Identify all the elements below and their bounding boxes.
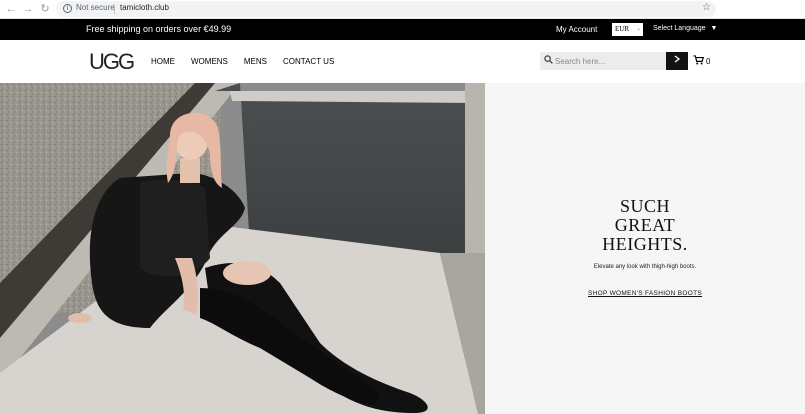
arrow-right-icon <box>674 55 681 63</box>
shop-womens-boots-link[interactable]: SHOP WOMEN'S FASHION BOOTS <box>485 290 805 297</box>
shipping-promo: Free shipping on orders over €49.99 <box>86 24 232 34</box>
currency-value: EUR <box>615 25 629 33</box>
headline-line-1: SUCH <box>619 196 670 216</box>
headline-line-2: GREAT <box>614 215 676 235</box>
bookmark-star-icon[interactable]: ☆ <box>702 2 711 13</box>
main-nav: HOME WOMENS MENS CONTACT US <box>151 57 350 66</box>
language-selector[interactable]: Select Language ▼ <box>653 25 717 32</box>
address-bar[interactable]: i Not secure tamicloth.club ☆ <box>56 1 716 17</box>
cart-button[interactable]: 0 <box>693 55 710 68</box>
brand-logo[interactable]: UGG <box>89 49 135 75</box>
hero-subcopy: Elevate any look with thigh-high boots. <box>593 264 697 270</box>
nav-item-contact-us[interactable]: CONTACT US <box>283 57 334 66</box>
my-account-link[interactable]: My Account <box>556 25 597 34</box>
chevron-down-icon: ⌄ <box>635 26 641 32</box>
currency-select[interactable]: EUR ⌄ <box>612 23 643 36</box>
nav-item-home[interactable]: HOME <box>151 57 175 66</box>
language-label: Select Language <box>653 25 706 32</box>
search-box <box>540 52 688 70</box>
headline-line-3: HEIGHTS. <box>602 234 688 254</box>
cart-count: 0 <box>706 57 711 66</box>
search-submit-button[interactable] <box>666 52 688 70</box>
reload-icon[interactable]: ↻ <box>39 3 51 15</box>
search-icon <box>544 55 553 67</box>
info-icon[interactable]: i <box>63 4 72 13</box>
triangle-down-icon: ▼ <box>710 25 718 32</box>
hero-headline: SUCH GREAT HEIGHTS. <box>485 197 805 254</box>
browser-toolbar: ← → ↻ i Not secure tamicloth.club ☆ <box>0 0 805 19</box>
nav-item-womens[interactable]: WOMENS <box>191 57 228 66</box>
site-header: UGG HOME WOMENS MENS CONTACT US 0 <box>0 40 805 83</box>
hero-copy-panel: SUCH GREAT HEIGHTS. Elevate any look wit… <box>485 83 805 414</box>
url-text[interactable]: tamicloth.club <box>120 3 169 12</box>
security-label: Not secure <box>76 3 115 12</box>
back-arrow-icon[interactable]: ← <box>5 3 17 15</box>
search-input[interactable] <box>555 54 663 68</box>
hero-image[interactable] <box>0 83 485 414</box>
nav-item-mens[interactable]: MENS <box>244 57 267 66</box>
cart-icon <box>693 55 705 65</box>
address-divider <box>114 4 115 14</box>
top-bar: Free shipping on orders over €49.99 My A… <box>0 19 805 40</box>
forward-arrow-icon[interactable]: → <box>22 3 34 15</box>
